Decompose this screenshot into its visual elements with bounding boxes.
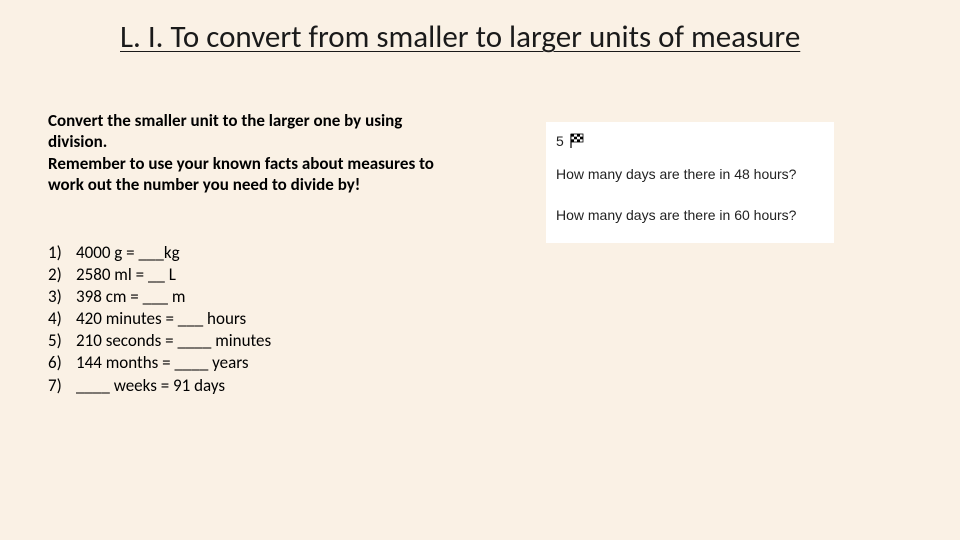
question-text: 4000 g = ___kg	[76, 242, 448, 264]
list-item: 6) 144 months = ____ years	[48, 352, 448, 374]
question-text: 144 months = ____ years	[76, 352, 448, 374]
list-item: 4) 420 minutes = ___ hours	[48, 308, 448, 330]
question-text: 2580 ml = __ L	[76, 264, 448, 286]
side-panel: 5 How many days are there in 48 hours? H…	[546, 122, 834, 243]
question-number: 1)	[48, 242, 76, 264]
list-item: 3) 398 cm = ___ m	[48, 286, 448, 308]
question-number: 5)	[48, 330, 76, 352]
page-title: L. I. To convert from smaller to larger …	[120, 18, 920, 56]
list-item: 5) 210 seconds = ____ minutes	[48, 330, 448, 352]
slide: L. I. To convert from smaller to larger …	[0, 0, 960, 540]
flag-icon	[568, 133, 588, 149]
side-panel-number: 5	[556, 132, 564, 151]
list-item: 2) 2580 ml = __ L	[48, 264, 448, 286]
side-question: How many days are there in 60 hours?	[556, 206, 822, 225]
question-number: 7)	[48, 375, 76, 397]
question-text: ____ weeks = 91 days	[76, 375, 448, 397]
question-text: 420 minutes = ___ hours	[76, 308, 448, 330]
instructions-block: Convert the smaller unit to the larger o…	[48, 110, 438, 195]
question-text: 210 seconds = ____ minutes	[76, 330, 448, 352]
list-item: 1) 4000 g = ___kg	[48, 242, 448, 264]
side-panel-header: 5	[556, 132, 822, 151]
question-number: 3)	[48, 286, 76, 308]
questions-list: 1) 4000 g = ___kg 2) 2580 ml = __ L 3) 3…	[48, 242, 448, 397]
instructions-line1: Convert the smaller unit to the larger o…	[48, 110, 402, 152]
question-number: 6)	[48, 352, 76, 374]
side-question: How many days are there in 48 hours?	[556, 165, 822, 184]
question-number: 2)	[48, 264, 76, 286]
question-number: 4)	[48, 308, 76, 330]
question-text: 398 cm = ___ m	[76, 286, 448, 308]
list-item: 7) ____ weeks = 91 days	[48, 375, 448, 397]
instructions-line2: Remember to use your known facts about m…	[48, 153, 434, 195]
